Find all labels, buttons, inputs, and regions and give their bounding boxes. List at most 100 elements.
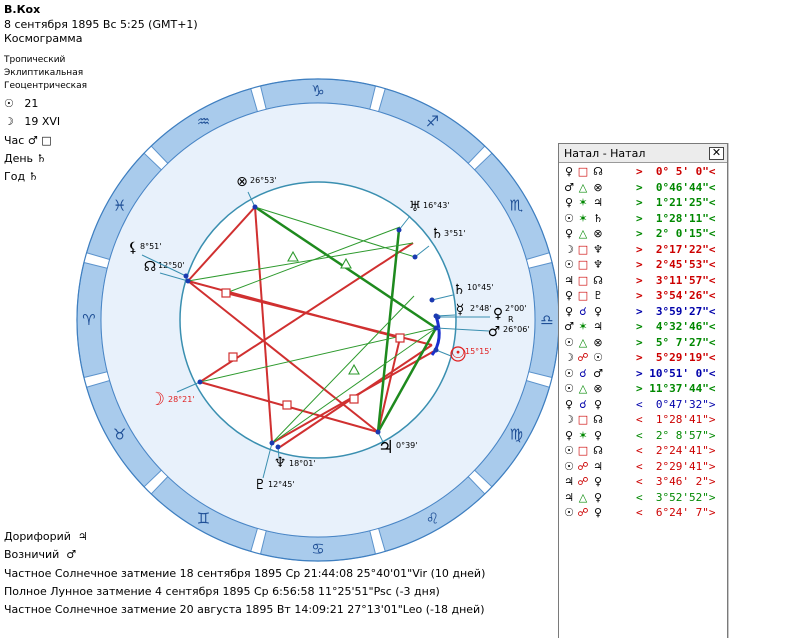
aspect-orb: > 5°29'19"<	[636, 351, 716, 365]
aspect-row[interactable]: ☉ ✶ ♄ > 1°28'11"<	[559, 211, 727, 227]
mars-icon[interactable]: ♂	[488, 324, 501, 340]
aspect-orb: > 11°37'44"<	[636, 382, 716, 396]
aspect-row[interactable]: ♃ △ ♀ < 3°52'52">	[559, 490, 727, 506]
aspect-row[interactable]: ♀ □ ♇ > 3°54'26"<	[559, 288, 727, 304]
aspect-row[interactable]: ♀ ☌ ♀ < 0°47'32">	[559, 397, 727, 413]
aspect-row[interactable]: ☉ ☍ ♀ < 6°24' 7">	[559, 505, 727, 521]
aspect-row[interactable]: ☉ △ ⊗ > 5° 7'27"<	[559, 335, 727, 351]
aspect-row[interactable]: ♂ ✶ ♃ > 4°32'46"<	[559, 319, 727, 335]
aspect-orb: > 5° 7'27"<	[636, 335, 716, 349]
close-icon[interactable]: ✕	[709, 146, 724, 160]
aspect-row[interactable]: ☽ □ ♆ > 2°17'22"<	[559, 242, 727, 258]
aspect-orb: > 10°51' 0"<	[636, 366, 716, 380]
aspect-orb: > 2°45'53"<	[636, 258, 716, 272]
aspect-row[interactable]: ♀ □ ☊ > 0° 5' 0"<	[559, 164, 727, 180]
planet-1-glyph: ☉	[564, 506, 574, 520]
lilith-degree: 8°51'	[140, 242, 161, 251]
aspect-row[interactable]: ☽ ☍ ☉ > 5°29'19"<	[559, 350, 727, 366]
aspect-square-marker	[282, 400, 292, 410]
fortune-degree: 26°53'	[250, 176, 277, 185]
zodiac-sign-glyph: ♓	[113, 197, 126, 215]
planet-1-glyph: ☉	[564, 382, 574, 396]
eclipse-line-3: Частное Солнечное затмение 20 августа 18…	[4, 603, 485, 616]
aspect-row[interactable]: ☉ ☌ ♂ > 10°51' 0"<	[559, 366, 727, 382]
aspect-orb: > 3°11'57"<	[636, 273, 716, 287]
panel-title-bar[interactable]: Натал - Натал ✕	[559, 144, 727, 163]
pluto-icon[interactable]: ♇	[254, 477, 267, 493]
planet-2-glyph: ♀	[593, 428, 603, 442]
planet-1-glyph: ♀	[564, 428, 574, 442]
venus-degree: 2°00'	[505, 304, 526, 313]
pluto-degree: 12°45'	[268, 480, 295, 489]
aspect-glyph: ☍	[577, 506, 589, 520]
aspect-glyph: □	[577, 242, 589, 256]
planet-1-glyph: ♀	[564, 397, 574, 411]
planet-1-glyph: ☉	[564, 211, 574, 225]
aspect-row[interactable]: ♃ ☍ ♀ < 3°46' 2">	[559, 474, 727, 490]
aspect-orb: < 2°29'41">	[636, 459, 716, 473]
aspect-orb: > 3°59'27"<	[636, 304, 716, 318]
aspect-row[interactable]: ♀ ☌ ♀ > 3°59'27"<	[559, 304, 727, 320]
fortune-icon[interactable]: ⊗	[236, 174, 248, 190]
aspect-glyph: △	[578, 227, 588, 241]
aspect-row[interactable]: ♀ ✶ ♀ < 2° 8'57">	[559, 428, 727, 444]
zodiac-sign-glyph: ♈	[82, 311, 95, 329]
aspect-row[interactable]: ☉ □ ☊ < 2°24'41">	[559, 443, 727, 459]
chiron-degree: 3°51'	[444, 229, 465, 238]
planet-2-glyph: ⊗	[593, 180, 603, 194]
saturn-degree: 10°45'	[467, 283, 494, 292]
planet-1-glyph: ♃	[564, 273, 574, 287]
aspect-glyph: ☌	[579, 366, 587, 380]
doriphory-row: Дорифорий ♃	[4, 530, 88, 544]
jupiter-icon[interactable]: ♃	[378, 437, 394, 458]
aspect-row[interactable]: ♂ △ ⊗ > 0°46'44"<	[559, 180, 727, 196]
sun-position-dot	[433, 347, 439, 353]
planet-2-glyph: ☊	[593, 165, 603, 179]
aspect-square-marker	[349, 394, 359, 404]
moon-icon[interactable]: ☽	[149, 389, 165, 410]
aspect-orb: > 0°46'44"<	[636, 180, 716, 194]
aspect-row[interactable]: ♃ □ ☊ > 3°11'57"<	[559, 273, 727, 289]
saturn-icon[interactable]: ♄	[453, 282, 466, 298]
panel-title: Натал - Натал	[564, 146, 646, 160]
mercury-position-dot	[433, 313, 439, 319]
aspect-row[interactable]: ♀ ✶ ♃ > 1°21'25"<	[559, 195, 727, 211]
aspect-glyph: △	[578, 335, 588, 349]
aspect-list[interactable]: ♀ □ ☊ > 0° 5' 0"< ♂ △ ⊗ > 0°46'44"< ♀ ✶ ♃ > 1°21'25…	[559, 163, 727, 521]
planet-2-glyph: ♃	[593, 196, 603, 210]
aspect-orb: < 6°24' 7">	[636, 506, 716, 520]
aspect-glyph: □	[577, 413, 589, 427]
aspect-orb: < 0°47'32">	[636, 397, 716, 411]
aspects-panel[interactable]: Натал - Натал ✕ ♀ □ ☊ > 0° 5' 0"< ♂ △ ⊗ > 0°46'…	[558, 143, 728, 638]
mercury-icon[interactable]: ☿	[456, 302, 465, 318]
aspect-row[interactable]: ☉ ☍ ♃ < 2°29'41">	[559, 459, 727, 475]
planet-2-glyph: ⊗	[593, 335, 603, 349]
planet-2-glyph: ♀	[593, 490, 603, 504]
charioteer-symbol: ♂	[66, 548, 77, 561]
planet-2-glyph: ⊗	[593, 382, 603, 396]
lilith-icon[interactable]: ⚸	[128, 240, 138, 256]
jupiter-position-dot	[375, 429, 381, 435]
doriphory-label: Дорифорий	[4, 530, 71, 543]
aspect-row[interactable]: ☽ □ ☊ < 1°28'41">	[559, 412, 727, 428]
planet-2-glyph: ♀	[593, 397, 603, 411]
aspect-row[interactable]: ♀ △ ⊗ > 2° 0'15"<	[559, 226, 727, 242]
planet-2-glyph: ♀	[593, 304, 603, 318]
planet-1-glyph: ☉	[564, 459, 574, 473]
sun-degree: 15°15'	[465, 347, 492, 356]
aspect-row[interactable]: ☉ □ ♆ > 2°45'53"<	[559, 257, 727, 273]
chiron-icon[interactable]: ♄	[431, 226, 444, 242]
aspect-orb: < 3°46' 2">	[636, 475, 716, 489]
planet-1-glyph: ♃	[564, 490, 574, 504]
aspect-row[interactable]: ☉ △ ⊗ > 11°37'44"<	[559, 381, 727, 397]
uranus-icon[interactable]: ♅	[409, 199, 422, 215]
neptune-icon[interactable]: ♆	[274, 455, 287, 471]
zodiac-sign-glyph: ♐	[426, 113, 439, 131]
planet-1-glyph: ☽	[564, 242, 574, 256]
moon-degree: 28°21'	[168, 395, 195, 404]
zodiac-sign-glyph: ♏	[510, 197, 524, 215]
mercury-degree: 2°48'	[470, 304, 491, 313]
aspect-orb: < 2°24'41">	[636, 444, 716, 458]
venus-icon[interactable]: ♀	[493, 306, 503, 322]
chiron-position-dot	[412, 254, 418, 260]
